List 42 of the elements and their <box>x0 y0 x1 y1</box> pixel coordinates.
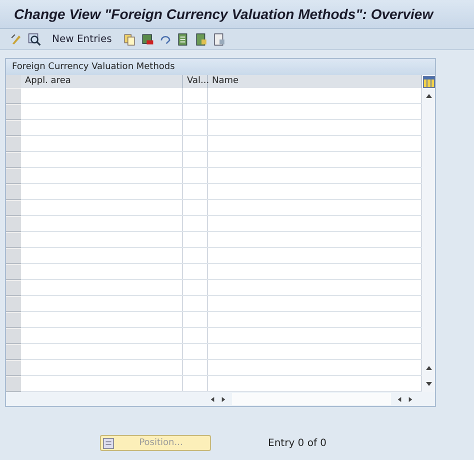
document-icon[interactable] <box>194 32 208 46</box>
pencil-icon[interactable] <box>10 32 23 46</box>
row-selector[interactable] <box>6 328 21 344</box>
column-header[interactable]: Appl. area <box>21 75 183 88</box>
row-selector[interactable] <box>6 216 21 232</box>
document-icon[interactable] <box>212 32 226 46</box>
entry-count: Entry 0 of 0 <box>268 438 327 448</box>
row-selector[interactable] <box>6 104 21 120</box>
table-title: Foreign Currency Valuation Methods <box>12 62 175 72</box>
scroll-up-icon[interactable] <box>424 93 432 99</box>
row-selector[interactable] <box>6 376 21 392</box>
row-selector[interactable] <box>6 264 21 280</box>
new-entries-button[interactable]: New Entries <box>46 34 118 44</box>
row-selector[interactable] <box>6 120 21 136</box>
column-header[interactable]: Val... <box>183 75 208 88</box>
scroll-down-icon[interactable] <box>424 381 432 387</box>
row-selector[interactable] <box>6 248 21 264</box>
row-selector[interactable] <box>6 280 21 296</box>
row-selector[interactable] <box>6 312 21 328</box>
scroll-left-icon[interactable] <box>210 396 215 402</box>
row-selector[interactable] <box>6 184 21 200</box>
scrollbar-track[interactable] <box>232 393 391 405</box>
row-selector[interactable] <box>6 200 21 216</box>
magnifier-icon[interactable] <box>28 32 41 46</box>
window-title: Change View "Foreign Currency Valuation Methods": Overview <box>14 6 434 22</box>
row-selector[interactable] <box>6 296 21 312</box>
document-icon[interactable] <box>176 32 190 46</box>
row-selector[interactable] <box>6 344 21 360</box>
row-selector[interactable] <box>6 360 21 376</box>
row-selector[interactable] <box>6 152 21 168</box>
copy-icon[interactable] <box>122 32 136 46</box>
scroll-left-icon[interactable] <box>397 396 402 402</box>
row-selector[interactable] <box>6 88 21 104</box>
row-selector[interactable] <box>6 136 21 152</box>
row-selector[interactable] <box>6 232 21 248</box>
row-selector[interactable] <box>6 168 21 184</box>
scroll-right-icon[interactable] <box>221 396 226 402</box>
column-settings-icon[interactable] <box>422 76 434 88</box>
position-icon <box>103 438 114 448</box>
scroll-up-icon[interactable] <box>424 365 432 371</box>
scroll-right-icon[interactable] <box>408 396 413 402</box>
select-all-button[interactable] <box>6 75 21 88</box>
